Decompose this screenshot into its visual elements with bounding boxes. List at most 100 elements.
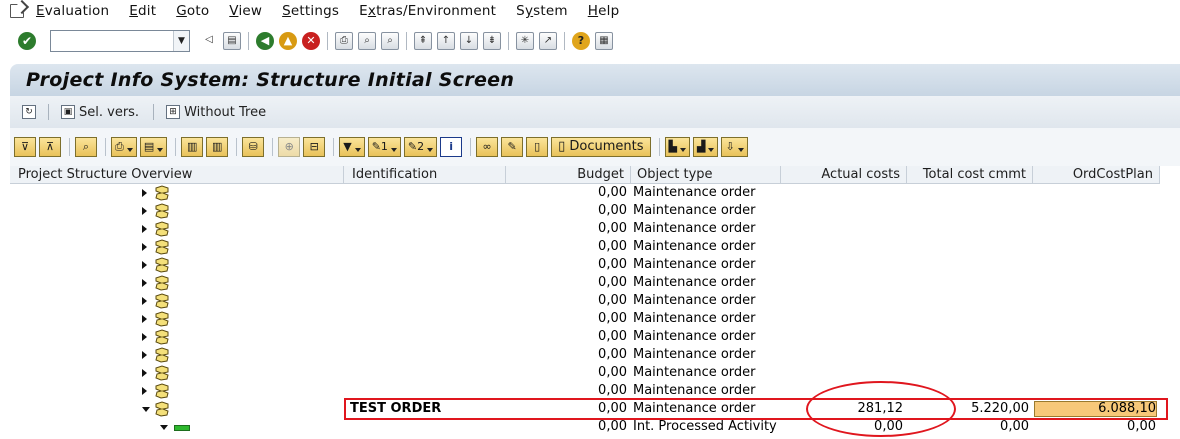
sort-descending-button[interactable]: ✎2 (403, 137, 438, 157)
versions-icon: ▣ (61, 105, 75, 119)
previous-page-icon[interactable]: ↑ (437, 32, 455, 50)
documents-button[interactable]: ▯ Documents (551, 137, 651, 157)
menu-item-help[interactable]: Help (588, 3, 620, 19)
expand-arrow-icon[interactable] (142, 315, 147, 323)
column-header-actual-costs[interactable]: Actual costs (781, 166, 907, 184)
column-header-budget[interactable]: Budget (506, 166, 631, 184)
table-row[interactable]: 0,00 Maintenance order (10, 238, 1180, 256)
new-session-icon[interactable]: ✳ (516, 32, 534, 50)
next-page-icon[interactable]: ↓ (460, 32, 478, 50)
exit-icon[interactable]: ▲ (279, 32, 297, 50)
menu-item-system[interactable]: System (516, 3, 568, 19)
back-arrow-icon[interactable]: ◁ (200, 32, 218, 50)
sort-ascending-button[interactable]: ✎1 (367, 137, 401, 157)
print-icon[interactable]: ⎙ (335, 32, 353, 50)
table-row[interactable]: 0,00 Maintenance order (10, 328, 1180, 346)
command-field[interactable]: ▼ (50, 30, 190, 52)
last-page-icon[interactable]: ⇟ (483, 32, 501, 50)
delete-icon[interactable]: ⊟ (303, 137, 326, 157)
find-grid-icon[interactable]: ⌕ (75, 137, 97, 157)
chart-icon[interactable]: ▙ (664, 137, 691, 157)
cell-budget: 0,00 (598, 311, 627, 326)
first-page-icon[interactable]: ⇞ (414, 32, 432, 50)
menu-item-view[interactable]: View (229, 3, 262, 19)
layout-menu-icon[interactable]: ▦ (595, 32, 613, 50)
table-row[interactable]: 0,00 Int. Processed Activity 0,00 0,00 0,00 (10, 418, 1180, 436)
save-icon[interactable]: ▤ (223, 32, 241, 50)
collapse-arrow-icon[interactable] (160, 425, 168, 430)
save-layout-icon[interactable]: ▥ (206, 137, 229, 157)
command-field-dropdown-icon[interactable]: ▼ (173, 31, 189, 51)
collapse-all-icon[interactable]: ⊼ (39, 137, 61, 157)
database-icon[interactable]: ⛁ (242, 137, 265, 157)
expand-arrow-icon[interactable] (142, 261, 147, 269)
cell-ord-cost-plan (1033, 274, 1160, 292)
cell-total-cost-cmmt (907, 220, 1033, 238)
graphic-icon[interactable]: ▟ (693, 137, 719, 157)
expand-arrow-icon[interactable] (142, 243, 147, 251)
table-row[interactable]: 0,00 Maintenance order (10, 256, 1180, 274)
expand-arrow-icon[interactable] (142, 279, 147, 287)
table-row[interactable]: 0,00 Maintenance order (10, 310, 1180, 328)
expand-arrow-icon[interactable] (142, 225, 147, 233)
expand-arrow-icon[interactable] (142, 387, 147, 395)
cell-actual-costs (781, 220, 907, 238)
select-versions-button[interactable]: ▣ Sel. vers. (61, 105, 139, 120)
find-icon[interactable]: ⌕ (358, 32, 376, 50)
cancel-icon[interactable]: ✕ (302, 32, 320, 50)
document-icon[interactable]: ▯ (526, 137, 549, 157)
table-row[interactable]: 0,00 Maintenance order (10, 274, 1180, 292)
cell-actual-costs (781, 292, 907, 310)
menu-item-extras-environment[interactable]: Extras/Environment (359, 3, 496, 19)
export-icon[interactable]: ⇩ (721, 137, 748, 157)
menu-item-settings[interactable]: Settings (282, 3, 339, 19)
help-icon[interactable]: ? (572, 32, 590, 50)
column-header-object-type[interactable]: Object type (631, 166, 781, 184)
layout-columns-icon[interactable]: ▤ (139, 137, 168, 157)
menu-item-evaluation[interactable]: Evaluation (36, 3, 109, 19)
expand-all-icon[interactable]: ⊽ (14, 137, 36, 157)
without-tree-button[interactable]: ⊞ Without Tree (166, 105, 266, 120)
glasses-icon[interactable]: ∞ (476, 137, 499, 157)
expand-arrow-icon[interactable] (142, 297, 147, 305)
expand-arrow-icon[interactable] (142, 189, 147, 197)
column-header-total-cost-cmmt[interactable]: Total cost cmmt (907, 166, 1033, 184)
back-icon[interactable]: ◀ (256, 32, 274, 50)
table-row[interactable]: 0,00 Maintenance order (10, 364, 1180, 382)
expand-arrow-icon[interactable] (142, 351, 147, 359)
expand-arrow-icon[interactable] (142, 333, 147, 341)
info-icon[interactable]: i (440, 137, 463, 157)
toolbar-separator (508, 32, 509, 50)
shortcut-icon[interactable]: ↗ (539, 32, 557, 50)
table-row[interactable]: 0,00 Maintenance order (10, 220, 1180, 238)
expand-arrow-icon[interactable] (142, 207, 147, 215)
table-row[interactable]: 0,00 Maintenance order (10, 202, 1180, 220)
title-bar: Project Info System: Structure Initial S… (10, 64, 1180, 96)
print-preview-icon[interactable]: ⎙ (111, 137, 137, 157)
menu-item-edit[interactable]: Edit (129, 3, 156, 19)
toolbar-separator (272, 138, 274, 156)
table-row[interactable]: 0,00 Maintenance order (10, 346, 1180, 364)
cell-total-cost-cmmt (907, 364, 1033, 382)
table-row[interactable]: 0,00 Maintenance order (10, 184, 1180, 202)
table-row[interactable]: 0,00 Maintenance order (10, 292, 1180, 310)
menu-icon[interactable] (10, 4, 24, 18)
add-icon[interactable]: ⊕ (278, 137, 301, 157)
select-layout-icon[interactable]: ▥ (181, 137, 204, 157)
collapse-arrow-icon[interactable] (142, 407, 150, 412)
enter-check-icon[interactable]: ✔ (18, 32, 36, 50)
expand-arrow-icon[interactable] (142, 369, 147, 377)
test-order-highlight-box (344, 398, 1168, 420)
refresh-button[interactable]: ↻ (22, 105, 40, 119)
cell-object-type: Int. Processed Activity (633, 419, 777, 434)
filter-icon[interactable]: ▼ (339, 137, 365, 157)
column-header-ord-cost-plan[interactable]: OrdCostPlan (1033, 166, 1160, 184)
column-header-overview[interactable]: Project Structure Overview (10, 166, 344, 184)
menu-item-goto[interactable]: Goto (176, 3, 209, 19)
pencil-icon[interactable]: ✎ (501, 137, 524, 157)
toolbar-separator (327, 32, 328, 50)
find-next-icon[interactable]: ⌕ (381, 32, 399, 50)
column-header-identification[interactable]: Identification (344, 166, 506, 184)
cell-budget: 0,00 (598, 365, 627, 380)
cell-total-cost-cmmt (907, 346, 1033, 364)
